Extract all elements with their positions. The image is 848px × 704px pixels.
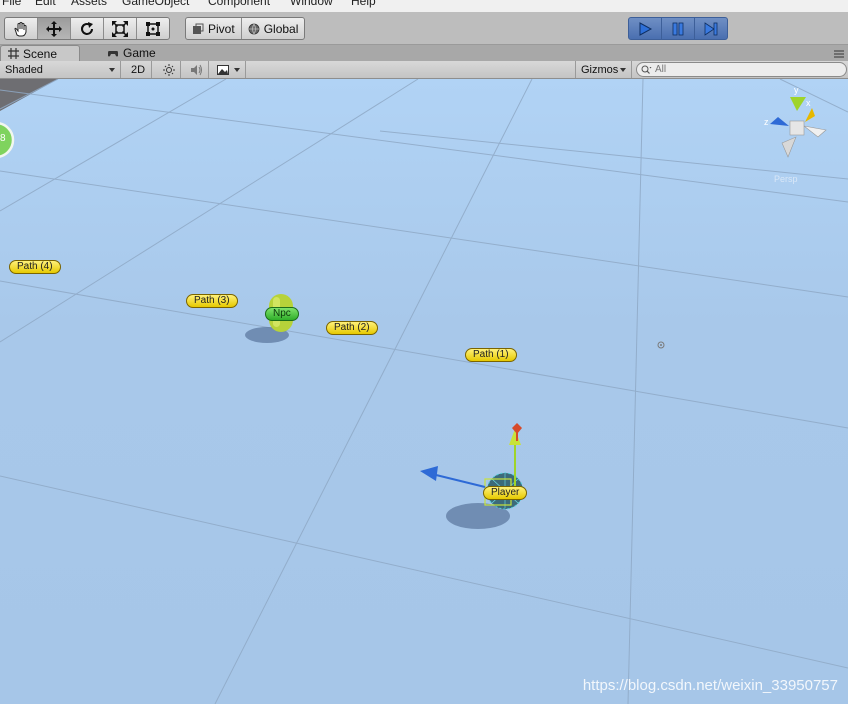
label-path-2[interactable]: Path (2)	[326, 321, 378, 335]
light-gizmo-icon[interactable]	[657, 341, 665, 349]
toggle-2d-label: 2D	[130, 63, 146, 76]
pivot-label: Pivot	[208, 21, 235, 36]
orientation-gizmo[interactable]	[770, 97, 827, 158]
chevron-down-icon	[234, 67, 240, 72]
chevron-down-icon	[109, 67, 115, 72]
hierarchy-search[interactable]	[636, 62, 847, 77]
pivot-icon	[193, 23, 204, 34]
game-controller-icon	[108, 51, 118, 57]
pivot-toggle-group: Pivot Global	[185, 17, 306, 40]
menu-assets[interactable]: Assets	[71, 0, 107, 8]
step-icon	[704, 21, 718, 36]
play-button[interactable]	[629, 18, 662, 39]
label-path-1[interactable]: Path (1)	[465, 348, 517, 362]
gizmo-axis-x: x	[806, 98, 811, 108]
rect-tool-button[interactable]	[137, 18, 169, 39]
image-icon	[217, 64, 229, 75]
move-icon	[46, 20, 62, 37]
rect-transform-icon	[146, 21, 160, 36]
tab-scene-label: Scene	[23, 46, 58, 61]
grid-icon	[8, 48, 19, 59]
lighting-toggle[interactable]	[158, 61, 181, 78]
play-icon	[639, 21, 653, 36]
global-button[interactable]: Global	[242, 18, 305, 39]
draw-mode-label: Shaded	[5, 63, 43, 76]
effects-dropdown[interactable]	[212, 61, 246, 78]
tab-game-label: Game	[123, 46, 156, 60]
gizmo-axis-y: y	[794, 85, 799, 95]
watermark: https://blog.csdn.net/weixin_33950757	[582, 677, 838, 694]
scale-icon	[112, 20, 128, 37]
rotate-icon	[81, 21, 93, 35]
projection-label[interactable]: Persp	[774, 174, 798, 184]
draw-mode-dropdown[interactable]: Shaded	[0, 61, 121, 78]
search-icon	[641, 65, 652, 74]
chevron-down-icon	[620, 67, 626, 72]
playback-controls	[628, 17, 728, 40]
tab-menu-icon[interactable]	[834, 50, 844, 58]
globe-icon	[248, 23, 260, 34]
gizmos-label: Gizmos	[581, 63, 619, 76]
global-label: Global	[263, 21, 299, 36]
speaker-icon	[190, 64, 202, 75]
tab-game[interactable]: Game	[100, 45, 184, 61]
label-path-4[interactable]: Path (4)	[9, 260, 61, 274]
tab-scene[interactable]: Scene	[0, 45, 80, 61]
pause-icon	[672, 22, 684, 35]
label-path-3[interactable]: Path (3)	[186, 294, 238, 308]
pivot-button[interactable]: Pivot	[186, 18, 242, 39]
menu-component[interactable]: Component	[208, 0, 270, 8]
toggle-2d-button[interactable]: 2D	[125, 61, 152, 78]
label-npc[interactable]: Npc	[265, 307, 299, 321]
scene-viewport[interactable]: 8 y z x Persp Path (4) Path (3) Npc Path…	[0, 79, 848, 704]
menu-gameobject[interactable]: GameObject	[122, 0, 189, 8]
hand-tool-button[interactable]	[5, 18, 38, 39]
transform-tools	[4, 17, 170, 40]
gizmo-axis-z: z	[764, 117, 769, 127]
rotate-tool-button[interactable]	[71, 18, 104, 39]
label-player[interactable]: Player	[483, 486, 528, 500]
view-tabs: Scene Game	[0, 45, 848, 61]
menu-help[interactable]: Help	[351, 0, 376, 8]
menu-edit[interactable]: Edit	[35, 0, 56, 8]
hand-icon	[14, 21, 27, 36]
gizmos-dropdown[interactable]: Gizmos	[575, 61, 632, 78]
sun-icon	[163, 63, 175, 76]
menu-window[interactable]: Window	[290, 0, 333, 8]
move-tool-button[interactable]	[38, 18, 71, 39]
menu-file[interactable]: File	[2, 0, 21, 8]
audio-toggle[interactable]	[184, 61, 209, 78]
pause-button[interactable]	[662, 18, 695, 39]
offscreen-badge-count: 8	[0, 133, 6, 144]
menu-bar: File Edit Assets GameObject Component Wi…	[0, 0, 848, 12]
scale-tool-button[interactable]	[104, 18, 137, 39]
main-toolbar: Pivot Global	[0, 12, 848, 45]
scene-grid	[0, 79, 848, 704]
search-input[interactable]	[655, 64, 835, 75]
step-button[interactable]	[695, 18, 727, 39]
scene-toolbar: Shaded 2D Gizmos	[0, 61, 848, 79]
